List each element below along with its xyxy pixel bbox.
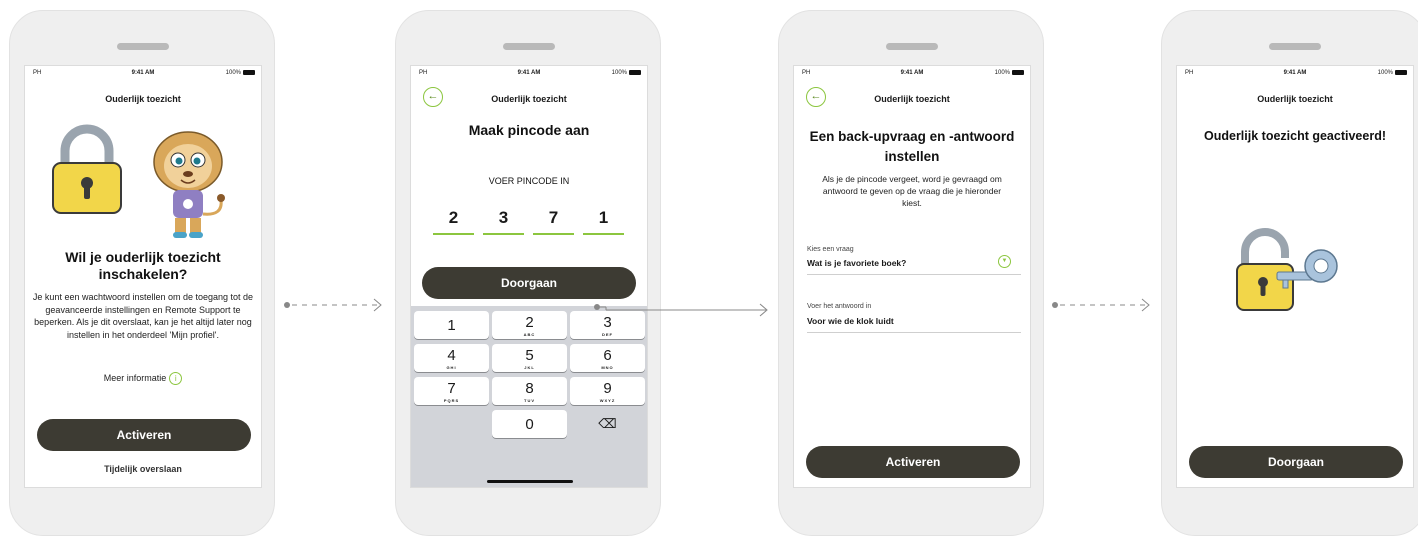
carrier: PH xyxy=(802,70,811,76)
nav-title: Ouderlijk toezicht xyxy=(874,94,950,104)
status-bar: PH 9:41 AM 100% xyxy=(1177,70,1413,82)
speaker xyxy=(1269,43,1321,50)
page-heading: Maak pincode aan xyxy=(468,122,590,138)
screen-activated: PH 9:41 AM 100% Ouderlijk toezicht Ouder… xyxy=(1176,65,1414,488)
speaker xyxy=(117,43,169,50)
nav-title: Ouderlijk toezicht xyxy=(491,94,567,104)
activate-button[interactable]: Activeren xyxy=(806,446,1020,478)
screen-enable-parental-control: PH 9:41 AM 100% Ouderlijk toezicht Wil j… xyxy=(24,65,262,488)
dropdown-chevron-icon[interactable]: ▼ xyxy=(998,255,1011,268)
field-underline xyxy=(807,332,1021,333)
delete-key-icon[interactable]: ⌫ xyxy=(570,410,645,438)
pin-digit: 2 xyxy=(448,208,459,227)
flow-arrow-3 xyxy=(1052,298,1150,312)
answer-label: Voer het antwoord in xyxy=(807,303,872,310)
key-4[interactable]: 4 GHI xyxy=(414,344,489,372)
key-9[interactable]: 9 WXYZ xyxy=(570,377,645,405)
question-label: Kies een vraag xyxy=(807,246,854,253)
field-underline xyxy=(807,274,1021,275)
phone-frame-3: PH 9:41 AM 100% ← Ouderlijk toezicht Een… xyxy=(778,10,1044,536)
nav-title: Ouderlijk toezicht xyxy=(105,94,181,104)
answer-input[interactable]: Voor wie de klok luidt xyxy=(807,316,894,326)
status-bar: PH 9:41 AM 100% xyxy=(411,70,647,82)
continue-button[interactable]: Doorgaan xyxy=(1189,446,1403,478)
speaker xyxy=(503,43,555,50)
clock: 9:41 AM xyxy=(900,70,924,76)
status-bar: PH 9:41 AM 100% xyxy=(794,70,1030,82)
info-icon: i xyxy=(169,372,183,385)
pin-underline xyxy=(433,233,474,235)
screen-create-pin: PH 9:41 AM 100% ← Ouderlijk toezicht Maa… xyxy=(410,65,648,488)
key-0[interactable]: 0 xyxy=(492,410,567,438)
battery: 100% xyxy=(226,70,255,76)
pin-underline xyxy=(533,233,574,235)
battery: 100% xyxy=(1378,70,1407,76)
description-text: Als je de pincode vergeet, word je gevra… xyxy=(822,174,1002,208)
pin-underline xyxy=(583,233,624,235)
status-bar: PH 9:41 AM 100% xyxy=(25,70,261,82)
pin-digit: 7 xyxy=(548,208,559,227)
skip-link[interactable]: Tijdelijk overslaan xyxy=(25,464,261,474)
flow-arrow-2 xyxy=(594,303,768,317)
battery: 100% xyxy=(995,70,1024,76)
screen-backup-question: PH 9:41 AM 100% ← Ouderlijk toezicht Een… xyxy=(793,65,1031,488)
carrier: PH xyxy=(33,70,42,76)
padlock-icon xyxy=(1236,228,1338,311)
description-text: Je kunt een wachtwoord instellen om de t… xyxy=(32,292,254,340)
pin-label: VOER PINCODE IN xyxy=(488,176,570,186)
phone-frame-1: PH 9:41 AM 100% Ouderlijk toezicht Wil j… xyxy=(9,10,275,536)
phone-frame-4: PH 9:41 AM 100% Ouderlijk toezicht Ouder… xyxy=(1161,10,1418,536)
key-8[interactable]: 8 TUV xyxy=(492,377,567,405)
home-indicator xyxy=(487,480,573,483)
key-7[interactable]: 7 PQRS xyxy=(414,377,489,405)
continue-button[interactable]: Doorgaan xyxy=(422,267,636,299)
speaker xyxy=(886,43,938,50)
key-6[interactable]: 6 MNO xyxy=(570,344,645,372)
page-heading-line2: instellen xyxy=(884,149,940,164)
pin-digit: 3 xyxy=(498,208,509,227)
pin-underline xyxy=(483,233,524,235)
carrier: PH xyxy=(1185,70,1194,76)
clock: 9:41 AM xyxy=(517,70,541,76)
page-heading: Een back-upvraag en -antwoord xyxy=(809,129,1015,144)
key-5[interactable]: 5 JKL xyxy=(492,344,567,372)
activate-button[interactable]: Activeren xyxy=(37,419,251,451)
battery: 100% xyxy=(612,70,641,76)
lion-mascot-icon xyxy=(153,131,225,238)
padlock-icon xyxy=(52,124,122,214)
flow-arrow-1 xyxy=(284,298,382,312)
key-2[interactable]: 2 ABC xyxy=(492,311,567,339)
clock: 9:41 AM xyxy=(131,70,155,76)
page-heading: Wil je ouderlijk toezicht inschakelen? xyxy=(65,249,221,282)
clock: 9:41 AM xyxy=(1283,70,1307,76)
pin-digit: 1 xyxy=(598,208,609,227)
nav-title: Ouderlijk toezicht xyxy=(1257,94,1333,104)
page-heading: Ouderlijk toezicht geactiveerd! xyxy=(1204,129,1386,143)
more-info-link[interactable]: Meer informatie i xyxy=(25,372,261,385)
phone-frame-2: PH 9:41 AM 100% ← Ouderlijk toezicht Maa… xyxy=(395,10,661,536)
numeric-keypad: 1 2 ABC 3 DEF 4 GHI 5 JKL 6 MNO 7 PQRS 8 TUV 9W… xyxy=(411,306,647,487)
carrier: PH xyxy=(419,70,428,76)
key-1[interactable]: 1 xyxy=(414,311,489,339)
question-select[interactable]: Wat is je favoriete boek? xyxy=(807,258,906,268)
